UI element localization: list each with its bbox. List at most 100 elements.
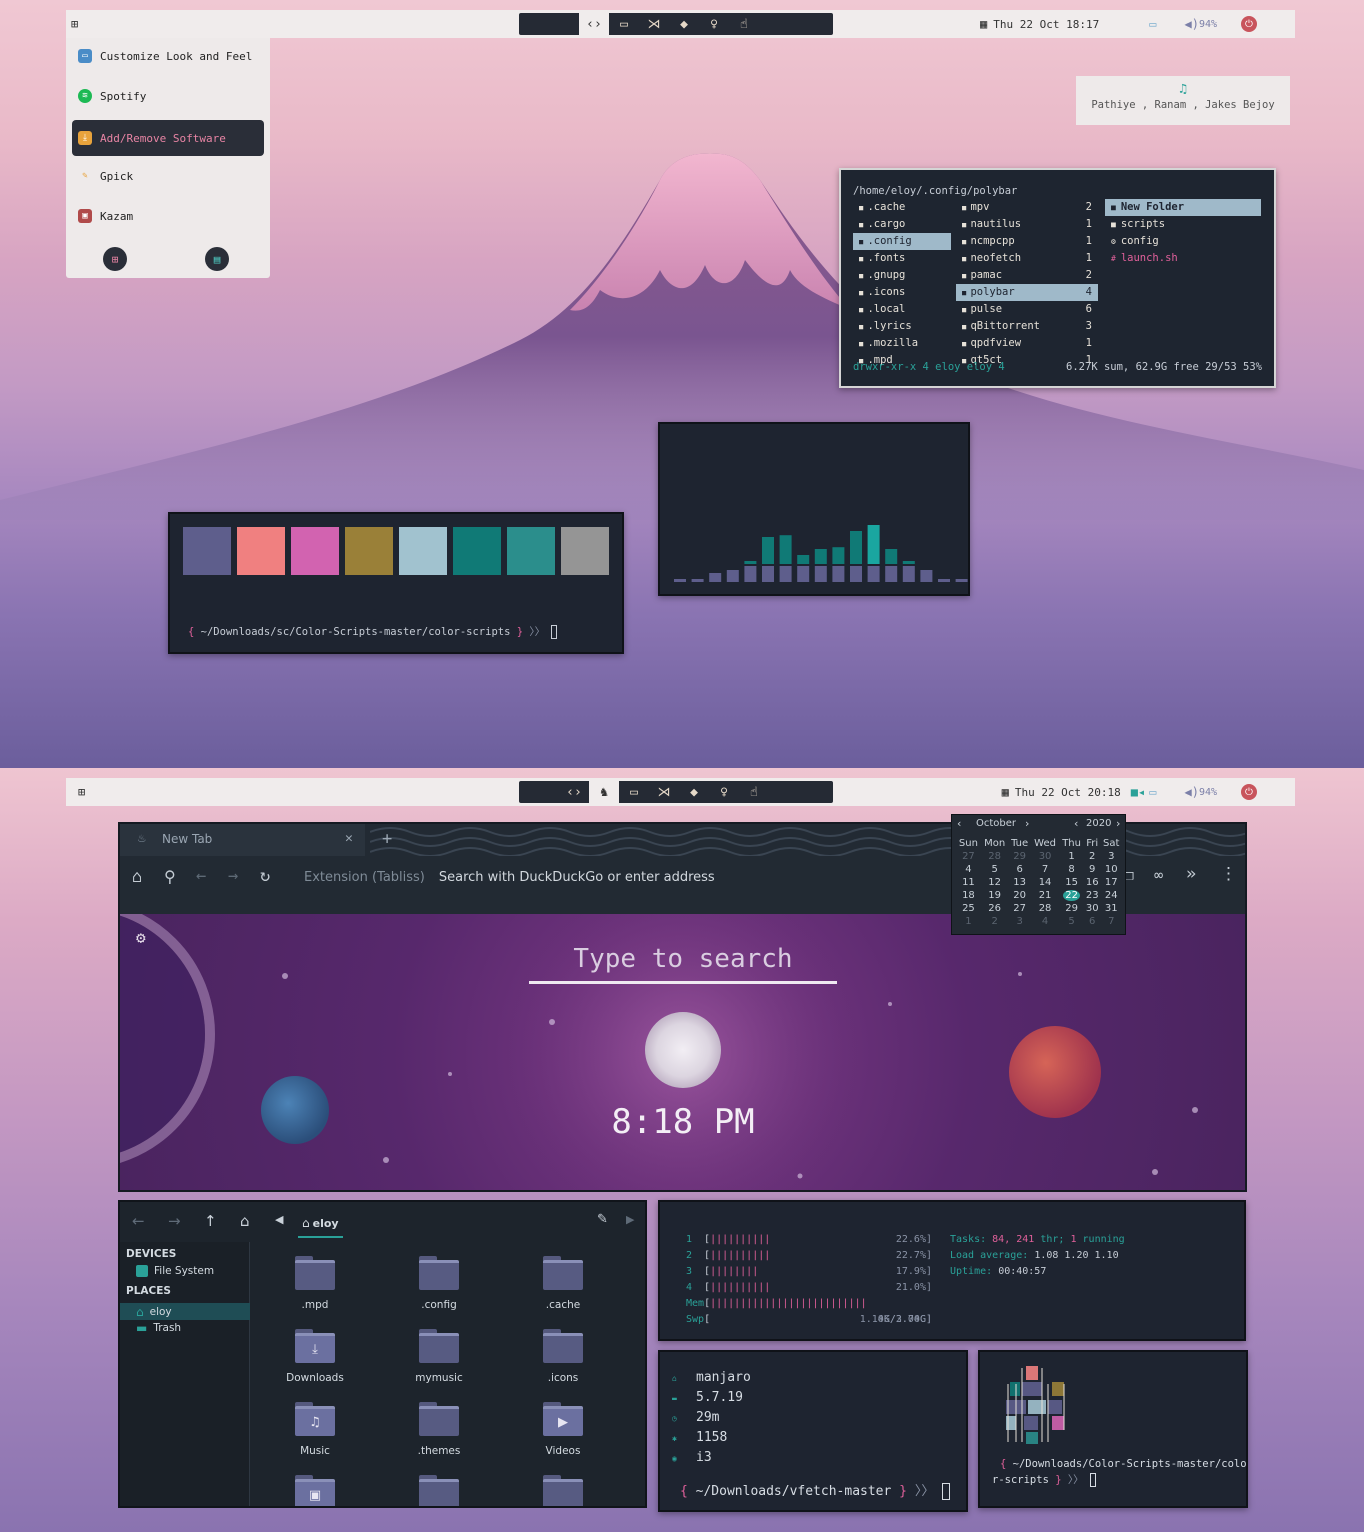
menu-icon[interactable]: ⋮: [1220, 864, 1237, 884]
page-icon[interactable]: ❐: [1125, 866, 1134, 884]
calendar-icon[interactable]: ▦: [980, 17, 987, 31]
calendar-day[interactable]: 28: [1039, 903, 1052, 914]
calendar-day[interactable]: 26: [988, 903, 1001, 914]
calendar-day[interactable]: 27: [1013, 903, 1026, 914]
ranger-entry[interactable]: ■ mpv 2: [956, 199, 1098, 216]
folder-item[interactable]: mymusic: [394, 1329, 484, 1399]
calendar-icon[interactable]: ▦: [1002, 785, 1009, 799]
ranger-entry[interactable]: ■ .cache: [853, 199, 951, 216]
address-bar[interactable]: Extension (Tabliss) Search with DuckDuck…: [290, 862, 950, 892]
calendar-day[interactable]: 21: [1039, 890, 1052, 901]
home-icon[interactable]: ⌂: [240, 1212, 250, 1230]
ranger-entry[interactable]: ■ qBittorrent 3: [956, 318, 1098, 335]
calendar-day[interactable]: 29: [1065, 903, 1078, 914]
menu-item-gpick[interactable]: ✎ Gpick: [72, 158, 264, 194]
overflow-icon[interactable]: »: [1186, 864, 1196, 884]
calendar-day[interactable]: 16: [1086, 877, 1099, 888]
calendar-day[interactable]: 5: [991, 864, 997, 875]
volume-icon[interactable]: ◀): [1184, 17, 1198, 31]
folder-item[interactable]: ♫ Music: [270, 1402, 360, 1472]
volume-icon[interactable]: ◀): [1184, 785, 1198, 799]
new-tab-icon[interactable]: +: [382, 829, 392, 849]
folder-item[interactable]: [518, 1475, 608, 1506]
ranger-entry[interactable]: ■ ncmpcpp 1: [956, 233, 1098, 250]
apps-icon[interactable]: ⊞: [78, 785, 85, 799]
breadcrumb-left-icon[interactable]: ◀: [275, 1213, 283, 1226]
folder-item[interactable]: .mpd: [270, 1256, 360, 1326]
ranger-entry[interactable]: ■ pulse 6: [956, 301, 1098, 318]
clock[interactable]: Thu 22 Oct 20:18: [1015, 786, 1121, 799]
breadcrumb[interactable]: ⌂ eloy: [298, 1210, 343, 1238]
music-note-icon[interactable]: ♫: [1076, 82, 1290, 97]
menu-item-kazam[interactable]: ▣ Kazam: [72, 198, 264, 234]
calendar-day[interactable]: 17: [1105, 877, 1118, 888]
calendar-day[interactable]: 23: [1086, 890, 1099, 901]
diamond-icon[interactable]: ◆: [679, 781, 709, 803]
settings-gear-icon[interactable]: ⚙: [136, 928, 146, 947]
search-icon[interactable]: ⚲: [164, 867, 176, 886]
menu-item-customize[interactable]: ▭ Customize Look and Feel: [72, 38, 264, 74]
ranger-entry[interactable]: ■ .mozilla: [853, 335, 951, 352]
reload-icon[interactable]: ↻: [260, 866, 270, 886]
edit-path-icon[interactable]: ✎: [597, 1212, 608, 1227]
folder-item[interactable]: .cache: [518, 1256, 608, 1326]
back-icon[interactable]: ←: [132, 1212, 145, 1230]
screen-icon[interactable]: ▭: [1149, 17, 1156, 31]
calendar-day[interactable]: 8: [1068, 864, 1074, 875]
bulb-icon[interactable]: ♀: [699, 13, 729, 35]
calendar-day[interactable]: 30: [1086, 903, 1099, 914]
calendar-day[interactable]: 24: [1105, 890, 1118, 901]
calendar-day[interactable]: 31: [1105, 903, 1118, 914]
ranger-preview-entry[interactable]: ■ New Folder: [1105, 199, 1261, 216]
calendar-day[interactable]: 9: [1089, 864, 1095, 875]
image-icon[interactable]: ▭: [609, 13, 639, 35]
folder-item[interactable]: .themes: [394, 1402, 484, 1472]
next-year-icon[interactable]: ›: [1116, 817, 1120, 830]
calendar-day[interactable]: 30: [1039, 851, 1052, 862]
shell-prompt[interactable]: { ~/Downloads/Color-Scripts-master/colo …: [992, 1456, 1247, 1488]
calendar-day[interactable]: 2: [1089, 851, 1095, 862]
breadcrumb-right-icon[interactable]: ▶: [626, 1213, 634, 1226]
close-tab-icon[interactable]: ✕: [345, 831, 353, 846]
ranger-entry[interactable]: ■ .fonts: [853, 250, 951, 267]
calendar-day[interactable]: 1: [1068, 851, 1074, 862]
ranger-preview-entry[interactable]: ⚙ config: [1105, 233, 1261, 250]
code-icon[interactable]: ‹›: [579, 13, 609, 35]
calendar-day[interactable]: 15: [1065, 877, 1078, 888]
calendar-day[interactable]: 13: [1013, 877, 1026, 888]
folder-item[interactable]: .config: [394, 1256, 484, 1326]
power-icon[interactable]: ⏻: [1241, 16, 1257, 32]
back-icon[interactable]: ←: [196, 866, 206, 886]
calendar-day[interactable]: 2: [991, 916, 997, 927]
calendar-day[interactable]: 29: [1013, 851, 1026, 862]
vscode-icon[interactable]: ⋊: [649, 781, 679, 803]
ranger-entry[interactable]: ■ .cargo: [853, 216, 951, 233]
ranger-preview-entry[interactable]: ■ scripts: [1105, 216, 1261, 233]
calendar-day[interactable]: 12: [988, 877, 1001, 888]
ranger-entry[interactable]: ■ pamac 2: [956, 267, 1098, 284]
folder-item[interactable]: ▣: [270, 1475, 360, 1506]
screen-icon[interactable]: ▭: [1149, 785, 1156, 799]
ranger-entry[interactable]: ■ nautilus 1: [956, 216, 1098, 233]
prev-year-icon[interactable]: ‹: [1074, 817, 1078, 830]
calendar-day[interactable]: 6: [1089, 916, 1095, 927]
dino-icon[interactable]: ♞: [589, 781, 619, 803]
calendar-day[interactable]: 27: [962, 851, 975, 862]
clock[interactable]: Thu 22 Oct 18:17: [993, 18, 1099, 31]
calendar-day[interactable]: 4: [1042, 916, 1048, 927]
shell-prompt[interactable]: { ~/Downloads/vfetch-master } 〉〉: [680, 1480, 951, 1500]
calendar-day[interactable]: 11: [962, 877, 975, 888]
ranger-entry[interactable]: ■ .local: [853, 301, 951, 318]
calendar-day[interactable]: 5: [1068, 916, 1074, 927]
ranger-entry[interactable]: ■ .config: [853, 233, 951, 250]
menu-item-spotify[interactable]: ≋ Spotify: [72, 78, 264, 114]
ranger-entry[interactable]: ■ qpdfview 1: [956, 335, 1098, 352]
ranger-entry[interactable]: ■ .lyrics: [853, 318, 951, 335]
calendar-day[interactable]: 14: [1039, 877, 1052, 888]
diamond-icon[interactable]: ◆: [669, 13, 699, 35]
calendar-day[interactable]: 7: [1108, 916, 1114, 927]
layout-icon[interactable]: ▤: [205, 247, 229, 271]
power-icon[interactable]: ⏻: [1241, 784, 1257, 800]
calendar-day[interactable]: 18: [962, 890, 975, 901]
folder-item[interactable]: ⤓ Downloads: [270, 1329, 360, 1399]
